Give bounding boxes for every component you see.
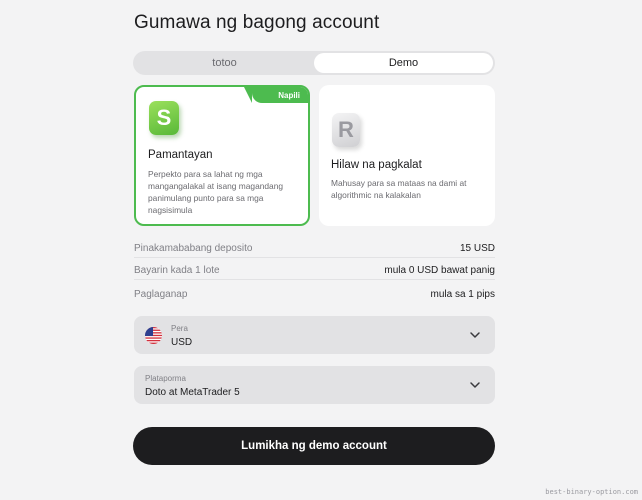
create-account-page: Gumawa ng bagong account totoo Demo Napi… xyxy=(0,0,642,500)
platform-select[interactable]: Plataporma Doto at MetaTrader 5 xyxy=(134,366,495,404)
create-demo-account-button[interactable]: Lumikha ng demo account xyxy=(133,427,495,465)
standard-logo-icon: S xyxy=(149,101,179,135)
page-title: Gumawa ng bagong account xyxy=(134,12,380,33)
account-card-standard[interactable]: Napili S Pamantayan Perpekto para sa lah… xyxy=(134,85,310,226)
raw-logo-icon: R xyxy=(332,113,360,147)
card-description: Perpekto para sa lahat ng mga mangangala… xyxy=(148,169,284,215)
card-title: Pamantayan xyxy=(148,149,213,161)
info-row-spread: Paglaganap mula sa 1 pips xyxy=(134,285,495,303)
info-label: Pinakamababang deposito xyxy=(134,243,253,254)
card-description: Mahusay para sa mataas na dami at algori… xyxy=(331,178,467,200)
card-title: Hilaw na pagkalat xyxy=(331,159,422,171)
selected-badge: Napili xyxy=(244,87,308,103)
currency-label: Pera xyxy=(171,324,188,333)
info-label: Bayarin kada 1 lote xyxy=(134,265,220,276)
info-label: Paglaganap xyxy=(134,288,188,300)
account-card-raw-spread[interactable]: R Hilaw na pagkalat Mahusay para sa mata… xyxy=(319,85,495,226)
chevron-down-icon xyxy=(470,382,480,388)
info-value: 15 USD xyxy=(459,243,495,254)
currency-value: USD xyxy=(171,337,193,348)
tab-real[interactable]: totoo xyxy=(135,53,314,73)
us-flag-icon xyxy=(145,327,162,344)
info-value: mula sa 1 pips xyxy=(430,288,495,300)
chevron-down-icon xyxy=(470,332,480,338)
tab-demo[interactable]: Demo xyxy=(314,53,493,73)
watermark: best-binary-option.com xyxy=(545,488,638,496)
currency-select[interactable]: Pera USD xyxy=(134,316,495,354)
info-row-min-deposit: Pinakamababang deposito 15 USD xyxy=(134,240,495,258)
platform-value: Doto at MetaTrader 5 xyxy=(145,387,240,398)
info-row-commission: Bayarin kada 1 lote mula 0 USD bawat pan… xyxy=(134,262,495,280)
info-value: mula 0 USD bawat panig xyxy=(384,265,495,276)
account-type-tabs: totoo Demo xyxy=(133,51,495,75)
platform-label: Plataporma xyxy=(145,374,186,383)
